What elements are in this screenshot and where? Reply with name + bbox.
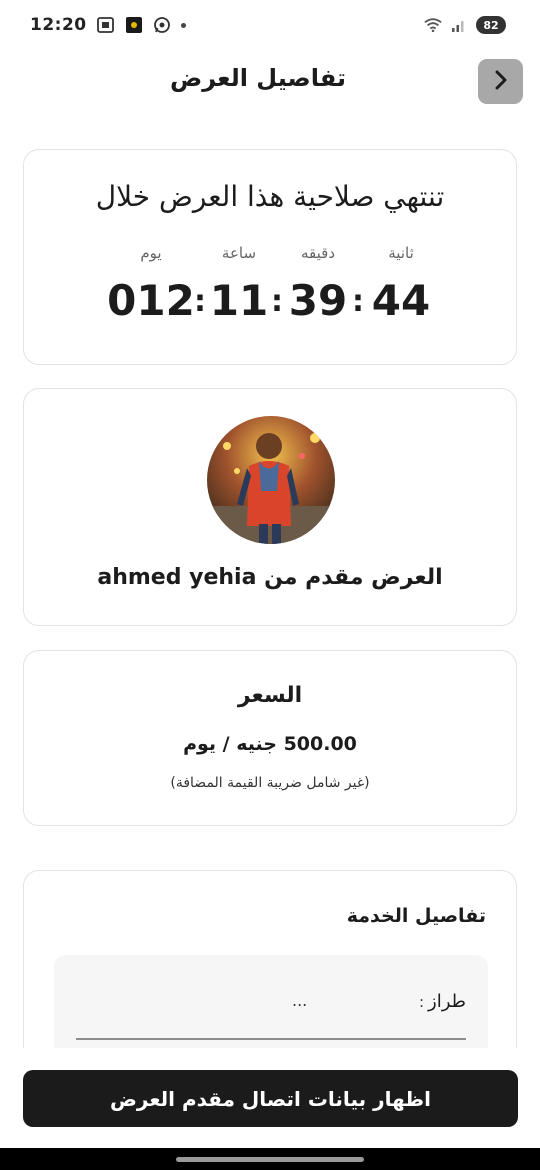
whatsapp-icon bbox=[153, 16, 171, 34]
timer-values: 44 : 39 : 11 : 012 bbox=[24, 276, 516, 328]
timer-separator: : bbox=[352, 284, 364, 319]
hours-label: ساعة bbox=[221, 244, 257, 262]
battery-indicator: 82 bbox=[476, 16, 506, 34]
minutes-value: 39 bbox=[288, 276, 348, 325]
field-underline bbox=[76, 1038, 466, 1040]
wifi-icon bbox=[424, 16, 442, 34]
image-icon bbox=[97, 16, 115, 34]
notification-dot bbox=[180, 22, 186, 28]
back-button[interactable] bbox=[478, 59, 523, 104]
timer-separator: : bbox=[271, 284, 283, 319]
show-contact-button[interactable]: اظهار بيانات اتصال مقدم العرض bbox=[23, 1070, 518, 1127]
status-bar: 12:20 82 bbox=[0, 0, 540, 50]
provider-name: العرض مقدم من ahmed yehia bbox=[97, 565, 443, 590]
seconds-value: 44 bbox=[371, 276, 431, 325]
price-value: 500.00 جنيه / يوم bbox=[183, 733, 357, 755]
timer-title: تنتهي صلاحية هذا العرض خلال bbox=[95, 180, 445, 213]
model-field-colon: : bbox=[418, 993, 424, 1011]
offer-expiry-card: تنتهي صلاحية هذا العرض خلال ثانية دقيقه … bbox=[23, 149, 517, 365]
provider-card: العرض مقدم من ahmed yehia bbox=[23, 388, 517, 626]
timer-separator: : bbox=[194, 284, 206, 319]
app-icon bbox=[125, 16, 143, 34]
avatar[interactable] bbox=[207, 416, 335, 544]
service-details-card: تفاصيل الخدمة طراز : ... bbox=[23, 870, 517, 1071]
header: تفاصيل العرض bbox=[0, 56, 540, 108]
minutes-label: دقيقه bbox=[300, 244, 336, 262]
days-value: 012 bbox=[107, 276, 195, 325]
chevron-right-icon bbox=[494, 70, 508, 94]
home-indicator[interactable] bbox=[176, 1157, 364, 1162]
price-card: السعر 500.00 جنيه / يوم (غير شامل ضريبة … bbox=[23, 650, 517, 826]
price-note: (غير شامل ضريبة القيمة المضافة) bbox=[170, 775, 370, 791]
status-right: 82 bbox=[424, 16, 506, 34]
signal-icon bbox=[450, 16, 468, 34]
model-field-value: ... bbox=[292, 991, 308, 1010]
model-field-label: طراز bbox=[428, 991, 466, 1012]
hours-value: 11 bbox=[209, 276, 269, 325]
system-nav-bar bbox=[0, 1148, 540, 1170]
status-time: 12:20 bbox=[30, 15, 87, 35]
status-left: 12:20 bbox=[30, 15, 186, 35]
price-title: السعر bbox=[237, 683, 303, 708]
timer-labels: ثانية دقيقه ساعة يوم bbox=[24, 244, 516, 266]
page-title: تفاصيل العرض bbox=[169, 64, 346, 92]
days-label: يوم bbox=[140, 244, 162, 262]
seconds-label: ثانية bbox=[388, 244, 414, 262]
service-title: تفاصيل الخدمة bbox=[346, 905, 486, 927]
